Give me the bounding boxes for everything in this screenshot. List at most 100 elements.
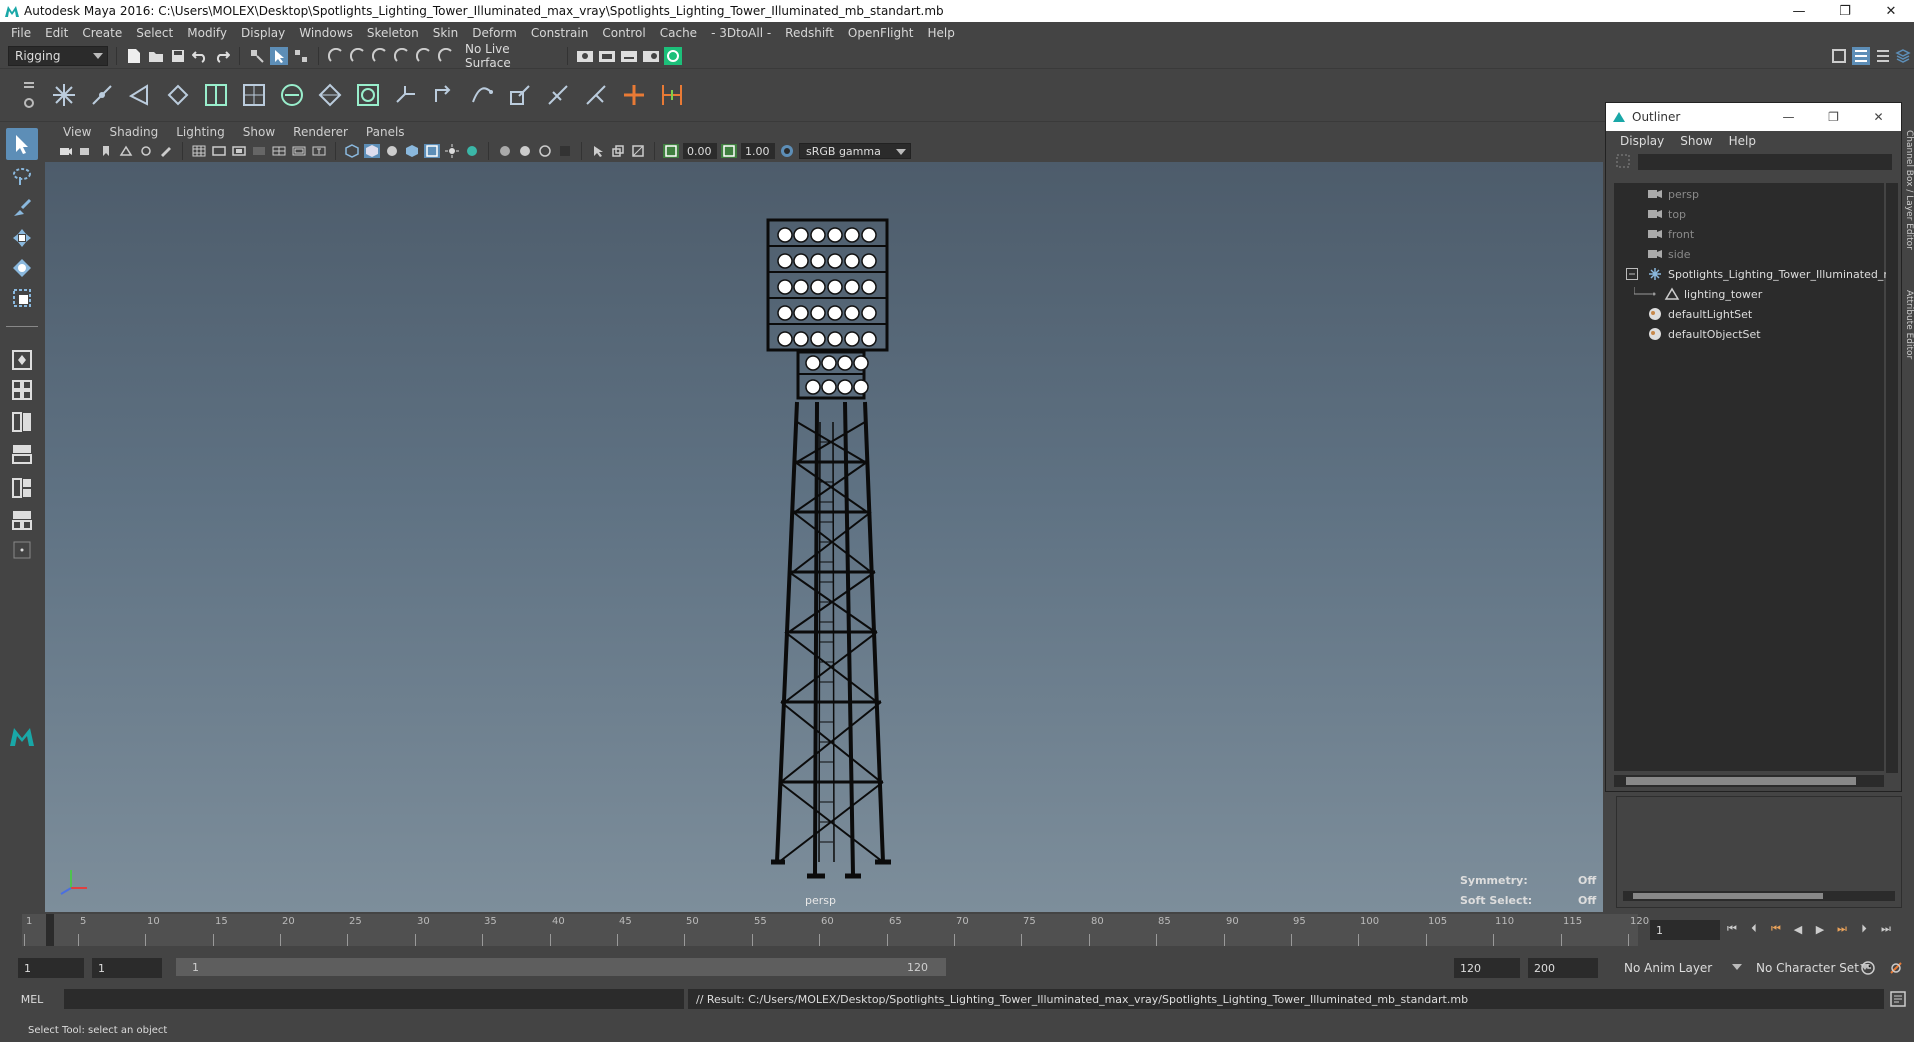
outliner-maximize-button[interactable]: ❐ bbox=[1811, 110, 1856, 124]
outliner-menu-show[interactable]: Show bbox=[1672, 134, 1720, 148]
animation-end-field[interactable]: 200 bbox=[1528, 958, 1598, 978]
shelf-tabs-handle[interactable] bbox=[20, 77, 38, 115]
outliner-menu-display[interactable]: Display bbox=[1612, 134, 1672, 148]
shadows-icon[interactable] bbox=[464, 144, 480, 158]
render-current-icon[interactable] bbox=[576, 47, 594, 65]
film-gate-icon[interactable] bbox=[211, 144, 227, 158]
go-to-start-icon[interactable]: ⏮ bbox=[1724, 921, 1740, 937]
lattice-icon[interactable] bbox=[352, 77, 384, 113]
outliner-search-input[interactable] bbox=[1638, 154, 1892, 170]
perspective-viewport[interactable]: persp Symmetry: Off Soft Select: Off bbox=[45, 162, 1603, 912]
point-constraint-icon[interactable] bbox=[656, 77, 688, 113]
range-bar[interactable]: 1 120 bbox=[176, 958, 946, 976]
outliner-menu-help[interactable]: Help bbox=[1721, 134, 1764, 148]
outliner-item[interactable]: defaultLightSet bbox=[1648, 305, 1752, 323]
anim-layer-dropdown[interactable]: No Anim Layer bbox=[1618, 958, 1746, 978]
mirror-joint-icon[interactable] bbox=[200, 77, 232, 113]
depth-of-field-icon[interactable] bbox=[557, 144, 573, 158]
restore-button[interactable]: ❐ bbox=[1822, 0, 1868, 22]
safe-title-icon[interactable] bbox=[311, 144, 327, 158]
snap-view-plane-icon[interactable] bbox=[393, 47, 411, 65]
outliner-item[interactable]: lighting_tower bbox=[1634, 285, 1762, 303]
pan-zoom-icon[interactable] bbox=[138, 144, 154, 158]
color-space-dropdown[interactable]: sRGB gamma bbox=[799, 143, 911, 159]
undo-icon[interactable] bbox=[191, 47, 209, 65]
scale-tool-icon[interactable] bbox=[6, 282, 38, 314]
isolate-select-icon[interactable] bbox=[590, 144, 606, 158]
viewport-menu-show[interactable]: Show bbox=[234, 125, 284, 139]
menu-skin[interactable]: Skin bbox=[426, 26, 466, 40]
menu-display[interactable]: Display bbox=[234, 26, 292, 40]
menu-select[interactable]: Select bbox=[129, 26, 180, 40]
menu-cache[interactable]: Cache bbox=[653, 26, 704, 40]
step-forward-key-icon[interactable]: ⏭ bbox=[1834, 921, 1850, 937]
exposure-field[interactable]: 0.00 bbox=[683, 143, 717, 159]
color-management-icon[interactable] bbox=[779, 144, 795, 158]
select-tool-icon[interactable] bbox=[6, 128, 38, 160]
menu-file[interactable]: File bbox=[4, 26, 38, 40]
outliner-item[interactable]: top bbox=[1648, 205, 1686, 223]
exposure-icon[interactable] bbox=[663, 144, 679, 158]
time-slider[interactable]: 1 5 10 15 20 25 30 35 40 45 50 55 60 65 70 75 80 85 90 95 10… bbox=[0, 912, 1914, 948]
xray-icon[interactable] bbox=[424, 144, 440, 158]
resolution-gate-icon[interactable] bbox=[231, 144, 247, 158]
camera-attributes-icon[interactable] bbox=[58, 144, 74, 158]
paint-select-tool-icon[interactable] bbox=[6, 192, 38, 224]
bookmark-icon[interactable] bbox=[98, 144, 114, 158]
workspace-icon[interactable] bbox=[1830, 47, 1848, 65]
use-default-material-icon[interactable] bbox=[384, 144, 400, 158]
cluster-icon[interactable] bbox=[390, 77, 422, 113]
orient-constraint-icon[interactable] bbox=[428, 77, 460, 113]
menu-edit[interactable]: Edit bbox=[38, 26, 75, 40]
ipr-render-icon[interactable] bbox=[598, 47, 616, 65]
script-editor-icon[interactable] bbox=[1890, 991, 1906, 1010]
attribute-editor-toggle-icon[interactable] bbox=[1852, 47, 1870, 65]
screen-space-ao-icon[interactable] bbox=[497, 144, 513, 158]
auto-key-icon[interactable] bbox=[1860, 960, 1876, 979]
scale-constraint-icon[interactable] bbox=[504, 77, 536, 113]
magnet-icon[interactable] bbox=[437, 47, 455, 65]
safe-action-icon[interactable] bbox=[291, 144, 307, 158]
menuset-dropdown[interactable]: Rigging bbox=[8, 46, 108, 66]
four-view-layout-icon[interactable] bbox=[6, 374, 38, 406]
menu-3dtoall[interactable]: - 3DtoAll - bbox=[704, 26, 778, 40]
redshift-render-icon[interactable] bbox=[664, 47, 682, 65]
menu-control[interactable]: Control bbox=[595, 26, 652, 40]
uv-editor-layout-icon[interactable] bbox=[6, 504, 38, 536]
motion-blur-icon[interactable] bbox=[517, 144, 533, 158]
attribute-editor-tab[interactable]: Attribute Editor bbox=[1902, 290, 1914, 359]
new-scene-icon[interactable] bbox=[125, 47, 143, 65]
step-back-key-icon[interactable]: ⏮ bbox=[1768, 921, 1784, 937]
outliner-item[interactable]: persp bbox=[1648, 185, 1699, 203]
outliner-close-button[interactable]: ✕ bbox=[1856, 110, 1901, 124]
smooth-bind-icon[interactable] bbox=[276, 77, 308, 113]
outliner-item[interactable]: defaultObjectSet bbox=[1648, 325, 1761, 343]
field-chart-icon[interactable] bbox=[271, 144, 287, 158]
snap-grid-icon[interactable] bbox=[327, 47, 345, 65]
smooth-shade-icon[interactable] bbox=[364, 144, 380, 158]
parent-constraint-icon[interactable] bbox=[580, 77, 612, 113]
menu-create[interactable]: Create bbox=[75, 26, 129, 40]
step-back-frame-icon[interactable]: ⏴ bbox=[1746, 921, 1762, 937]
xray-components-icon[interactable] bbox=[630, 144, 646, 158]
anim-preferences-icon[interactable] bbox=[1888, 960, 1904, 979]
move-tool-icon[interactable] bbox=[6, 222, 38, 254]
menu-constrain[interactable]: Constrain bbox=[524, 26, 596, 40]
select-object-icon[interactable] bbox=[270, 47, 288, 65]
menu-help[interactable]: Help bbox=[920, 26, 961, 40]
redo-icon[interactable] bbox=[213, 47, 231, 65]
menu-deform[interactable]: Deform bbox=[465, 26, 524, 40]
viewport-menu-shading[interactable]: Shading bbox=[100, 125, 167, 139]
menu-redshift[interactable]: Redshift bbox=[778, 26, 841, 40]
hypershade-icon[interactable] bbox=[642, 47, 660, 65]
filter-icon[interactable] bbox=[1616, 154, 1630, 171]
insert-joint-icon[interactable] bbox=[162, 77, 194, 113]
outliner-vertical-scrollbar[interactable] bbox=[1886, 183, 1898, 773]
play-backwards-icon[interactable]: ◀ bbox=[1790, 921, 1806, 937]
hypershade-layout-icon[interactable] bbox=[6, 472, 38, 504]
current-time-marker[interactable] bbox=[46, 914, 54, 946]
character-set-dropdown[interactable]: No Character Set bbox=[1750, 958, 1874, 978]
snap-point-icon[interactable] bbox=[371, 47, 389, 65]
outliner-item[interactable]: side bbox=[1648, 245, 1691, 263]
tool-settings-toggle-icon[interactable] bbox=[1874, 47, 1892, 65]
